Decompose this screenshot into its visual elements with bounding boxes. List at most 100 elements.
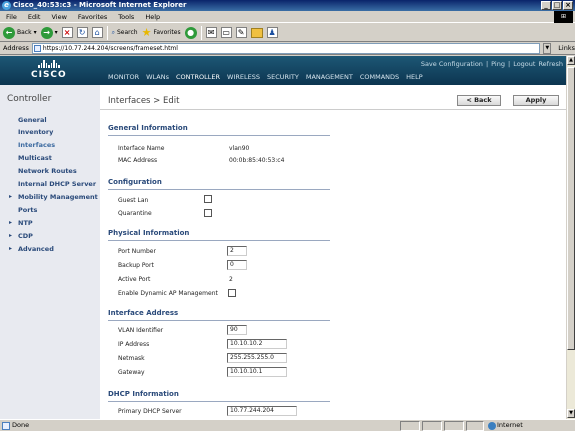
folder-icon[interactable] <box>250 27 263 38</box>
sidebar-item-ntp[interactable]: NTP <box>18 219 33 227</box>
address-input[interactable]: https://10.77.244.204/screens/frameset.h… <box>31 42 541 54</box>
back-label: Back <box>17 29 32 36</box>
primary-dhcp-server-input[interactable]: 10.77.244.204 <box>227 406 297 416</box>
minimize-button[interactable]: _ <box>541 1 551 10</box>
edit-icon[interactable]: ✎ <box>235 27 247 38</box>
vertical-scrollbar[interactable]: ▲ ▼ <box>566 56 575 419</box>
quarantine-checkbox[interactable] <box>204 209 212 217</box>
active-port-value: 2 <box>229 276 233 283</box>
back-page-button[interactable]: < Back <box>457 95 501 106</box>
refresh-link[interactable]: Refresh <box>538 60 563 68</box>
backup-port-label: Backup Port <box>118 262 154 269</box>
back-button[interactable]: ← Back ▾ <box>3 26 37 39</box>
dynamic-ap-management-checkbox[interactable] <box>228 289 236 297</box>
apply-button[interactable]: Apply <box>513 95 559 106</box>
media-icon[interactable]: ● <box>184 26 197 39</box>
sidebar-item-interfaces[interactable]: Interfaces <box>18 141 55 149</box>
status-cell <box>444 421 464 431</box>
cisco-wordmark: CISCO <box>31 70 67 80</box>
tab-wlans[interactable]: WLANs <box>146 73 169 81</box>
favorites-button[interactable]: ★ Favorites <box>142 26 181 39</box>
sidebar-item-inventory[interactable]: Inventory <box>18 128 53 136</box>
ip-address-label: IP Address <box>118 341 150 348</box>
address-dropdown-icon[interactable]: ▼ <box>543 42 552 54</box>
section-configuration: Configuration <box>108 178 162 186</box>
menu-favorites[interactable]: Favorites <box>78 13 107 21</box>
save-configuration-link[interactable]: Save Configuration <box>421 60 483 68</box>
print-icon[interactable]: ▭ <box>220 27 232 38</box>
ping-link[interactable]: Ping <box>491 60 505 68</box>
forward-arrow-icon: → <box>40 26 53 39</box>
vlan-identifier-input[interactable]: 90 <box>227 325 247 335</box>
gateway-input[interactable]: 10.10.10.1 <box>227 367 287 377</box>
menu-view[interactable]: View <box>51 13 66 21</box>
mac-address-label: MAC Address <box>118 157 158 164</box>
backup-port-input[interactable]: 0 <box>227 260 247 270</box>
toolbar-divider <box>106 25 108 40</box>
expand-arrow-icon[interactable]: ▸ <box>9 232 12 239</box>
netmask-input[interactable]: 255.255.255.0 <box>227 353 287 363</box>
maximize-button[interactable]: □ <box>552 1 562 10</box>
close-button[interactable]: × <box>563 1 573 10</box>
page-icon <box>33 44 41 52</box>
tab-security[interactable]: SECURITY <box>267 73 299 81</box>
logout-link[interactable]: Logout <box>513 60 535 68</box>
sidebar-item-network-routes[interactable]: Network Routes <box>18 167 77 175</box>
ip-address-input[interactable]: 10.10.10.2 <box>227 339 287 349</box>
browser-toolbar: ← Back ▾ → ▾ × ↻ ⌂ ⌕ Search ★ Favorites … <box>0 24 575 42</box>
search-button[interactable]: ⌕ Search <box>112 29 138 37</box>
home-icon[interactable]: ⌂ <box>91 27 103 38</box>
divider <box>108 240 330 241</box>
sidebar-item-general[interactable]: General <box>18 116 47 124</box>
tab-help[interactable]: HELP <box>406 73 423 81</box>
expand-arrow-icon[interactable]: ▸ <box>9 219 12 226</box>
port-number-input[interactable]: 2 <box>227 246 247 256</box>
section-physical-information: Physical Information <box>108 229 190 237</box>
dynamic-ap-management-label: Enable Dynamic AP Management <box>118 290 218 297</box>
messenger-icon[interactable]: ♟ <box>266 27 278 38</box>
menu-help[interactable]: Help <box>145 13 160 21</box>
star-icon: ★ <box>141 26 152 39</box>
scroll-down-icon[interactable]: ▼ <box>567 409 575 418</box>
menu-tools[interactable]: Tools <box>118 13 134 21</box>
sidebar-item-advanced[interactable]: Advanced <box>18 245 54 253</box>
sidebar-item-cdp[interactable]: CDP <box>18 232 33 240</box>
cisco-bars-icon <box>31 60 67 68</box>
primary-dhcp-server-label: Primary DHCP Server <box>118 408 182 415</box>
section-dhcp-information: DHCP Information <box>108 390 179 398</box>
sidebar-item-multicast[interactable]: Multicast <box>18 154 52 162</box>
divider <box>108 401 330 402</box>
tab-management[interactable]: MANAGEMENT <box>306 73 353 81</box>
menu-file[interactable]: File <box>6 13 17 21</box>
expand-arrow-icon[interactable]: ▸ <box>9 245 12 252</box>
stop-icon[interactable]: × <box>61 27 73 38</box>
refresh-icon[interactable]: ↻ <box>76 27 88 38</box>
tab-commands[interactable]: COMMANDS <box>360 73 399 81</box>
address-bar: Address https://10.77.244.204/screens/fr… <box>0 42 575 55</box>
menu-edit[interactable]: Edit <box>28 13 41 21</box>
links-button[interactable]: Links <box>558 44 575 52</box>
sidebar-item-ports[interactable]: Ports <box>18 206 37 214</box>
expand-arrow-icon[interactable]: ▸ <box>9 193 12 200</box>
mail-icon[interactable]: ✉ <box>205 27 217 38</box>
cisco-logo: CISCO <box>31 60 67 80</box>
window-title: Cisco_40:53:c3 - Microsoft Internet Expl… <box>13 1 187 9</box>
forward-button[interactable]: → ▾ <box>40 26 58 39</box>
tab-monitor[interactable]: MONITOR <box>108 73 139 81</box>
tab-controller[interactable]: CONTROLLER <box>176 73 220 81</box>
tab-wireless[interactable]: WIRELESS <box>227 73 260 81</box>
divider <box>100 109 566 110</box>
sidebar-item-internal-dhcp-server[interactable]: Internal DHCP Server <box>18 180 96 188</box>
globe-icon <box>488 422 496 430</box>
scroll-thumb[interactable] <box>567 67 575 350</box>
guest-lan-checkbox[interactable] <box>204 195 212 203</box>
vlan-identifier-label: VLAN Identifier <box>118 327 164 334</box>
search-label: Search <box>116 29 138 36</box>
netmask-label: Netmask <box>118 355 145 362</box>
interface-name-value: vlan90 <box>229 145 250 152</box>
chevron-down-icon: ▾ <box>33 29 37 36</box>
scroll-up-icon[interactable]: ▲ <box>567 56 575 65</box>
security-zone: Internet <box>497 421 523 429</box>
main-nav: MONITOR WLANs CONTROLLER WIRELESS SECURI… <box>108 73 423 81</box>
sidebar-item-mobility-management[interactable]: Mobility Management <box>18 193 98 201</box>
